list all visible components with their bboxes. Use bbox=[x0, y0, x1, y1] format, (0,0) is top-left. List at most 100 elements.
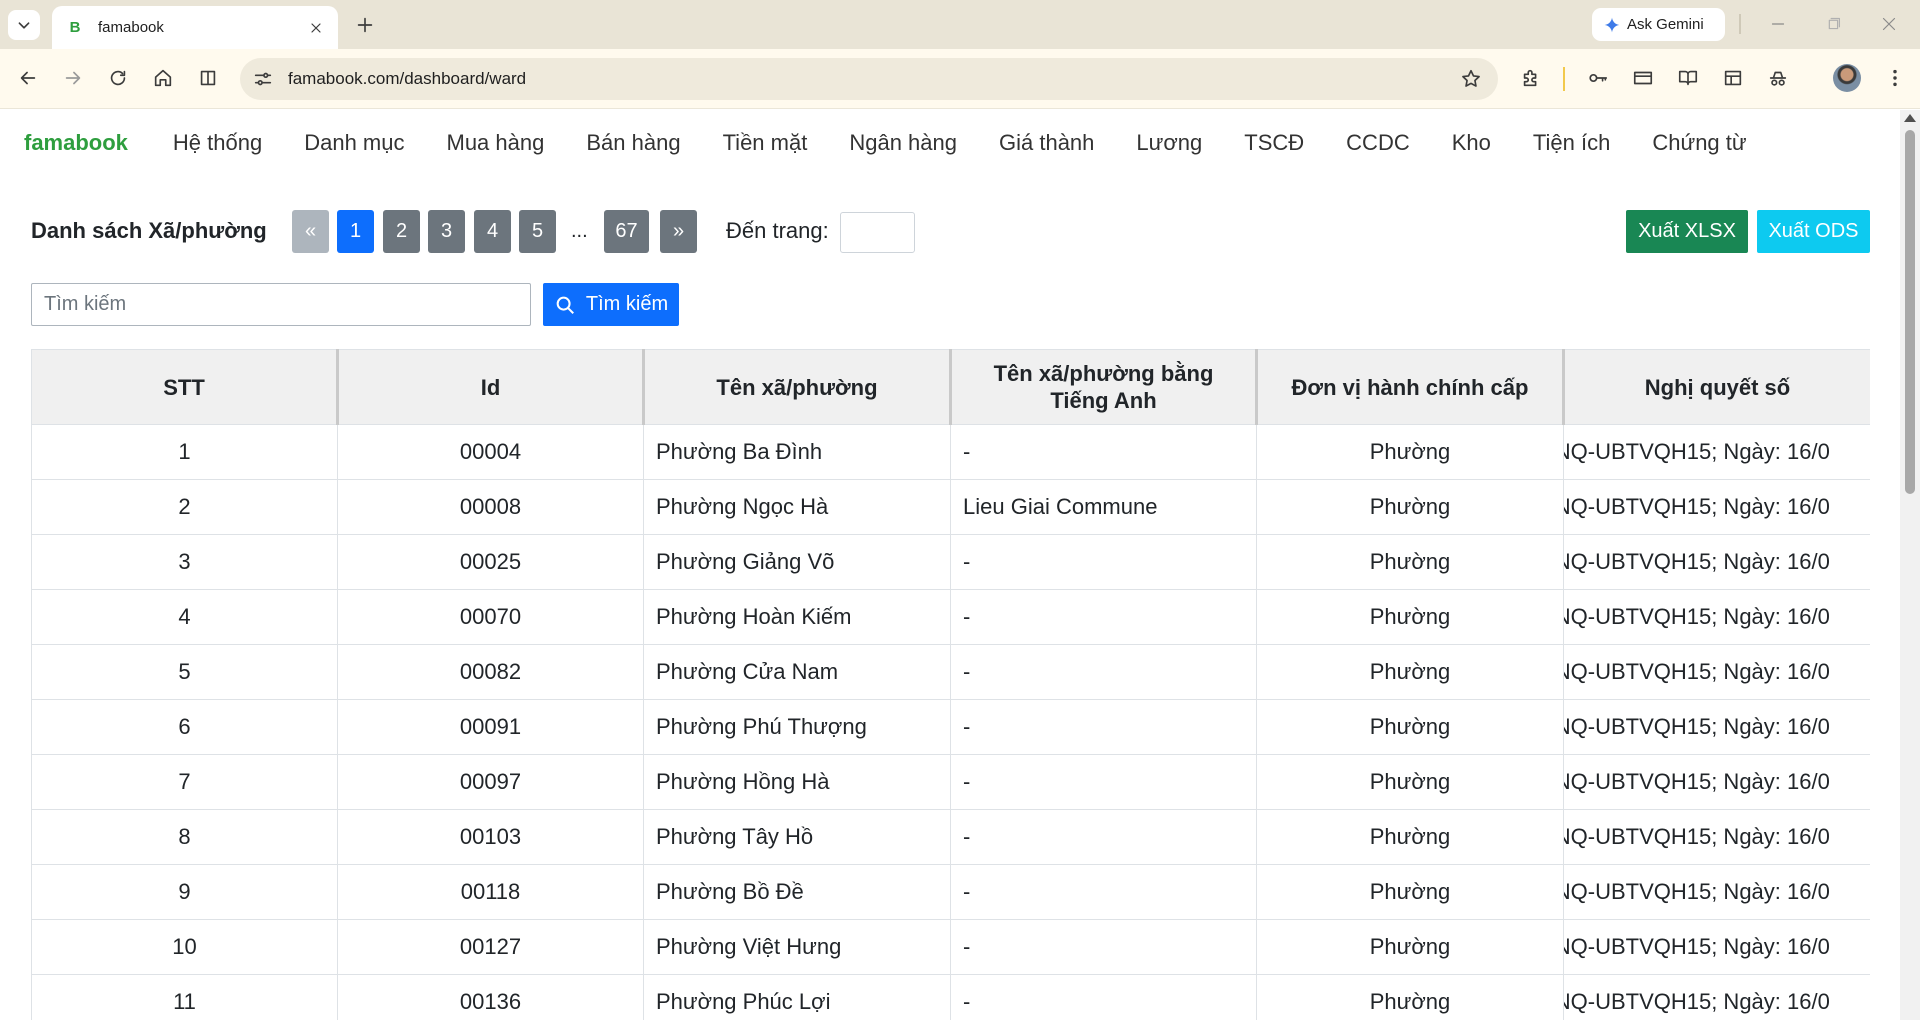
cell-ward-name: Phường Bồ Đề bbox=[643, 864, 951, 920]
reading-mode-button[interactable] bbox=[195, 65, 221, 91]
back-button[interactable] bbox=[15, 65, 41, 91]
column-header-admin-level[interactable]: Đơn vị hành chính cấp bbox=[1256, 349, 1565, 425]
forward-button[interactable] bbox=[60, 65, 86, 91]
favicon-icon: B bbox=[69, 19, 81, 36]
cell-ward-name-english: - bbox=[950, 699, 1257, 755]
pagination-page-3[interactable]: 3 bbox=[428, 210, 465, 253]
table-header-row: STT Id Tên xã/phường Tên xã/phường bằng … bbox=[31, 349, 1870, 425]
ask-gemini-label: Ask Gemini bbox=[1627, 16, 1704, 33]
table-row[interactable]: 9 00118 Phường Bồ Đề - Phường 56/NQ-UBTV… bbox=[31, 864, 1870, 920]
nav-item-chung-tu[interactable]: Chứng từ bbox=[1631, 130, 1767, 156]
table-row[interactable]: 2 00008 Phường Ngọc Hà Lieu Giai Commune… bbox=[31, 479, 1870, 535]
pagination-page-5[interactable]: 5 bbox=[519, 210, 556, 253]
extensions-button[interactable] bbox=[1518, 65, 1544, 91]
new-tab-button[interactable] bbox=[352, 12, 378, 38]
home-button[interactable] bbox=[150, 65, 176, 91]
tab-search-button[interactable] bbox=[8, 10, 40, 40]
incognito-button[interactable] bbox=[1765, 65, 1791, 91]
arrow-left-icon bbox=[20, 71, 36, 85]
column-header-stt[interactable]: STT bbox=[31, 349, 339, 425]
search-button[interactable]: Tìm kiếm bbox=[543, 283, 679, 326]
address-bar[interactable]: famabook.com/dashboard/ward bbox=[240, 58, 1498, 100]
reload-button[interactable] bbox=[105, 65, 131, 91]
nav-item-he-thong[interactable]: Hệ thống bbox=[152, 130, 283, 156]
cell-resolution-text: 56/NQ-UBTVQH15; Ngày: 16/0 bbox=[1565, 824, 1830, 849]
column-header-id[interactable]: Id bbox=[337, 349, 645, 425]
export-xlsx-button[interactable]: Xuất XLSX bbox=[1626, 210, 1748, 253]
cell-resolution-text: 56/NQ-UBTVQH15; Ngày: 16/0 bbox=[1565, 879, 1830, 904]
pagination-page-2[interactable]: 2 bbox=[383, 210, 420, 253]
column-header-resolution[interactable]: Nghị quyết số bbox=[1563, 349, 1870, 425]
nav-item-luong[interactable]: Lương bbox=[1115, 130, 1223, 156]
cell-id: 00127 bbox=[337, 919, 644, 975]
ward-table: STT Id Tên xã/phường Tên xã/phường bằng … bbox=[31, 349, 1870, 1020]
goto-page-input[interactable] bbox=[840, 212, 915, 253]
browser-menu-button[interactable] bbox=[1882, 65, 1908, 91]
column-header-ward-name[interactable]: Tên xã/phường bbox=[643, 349, 952, 425]
close-icon bbox=[311, 22, 321, 33]
split-view-icon bbox=[200, 70, 216, 86]
cell-id: 00025 bbox=[337, 534, 644, 590]
nav-item-mua-hang[interactable]: Mua hàng bbox=[426, 130, 566, 156]
column-header-ward-name-english[interactable]: Tên xã/phường bằng Tiếng Anh bbox=[950, 349, 1258, 425]
nav-item-tscd[interactable]: TSCĐ bbox=[1223, 130, 1325, 156]
table-row[interactable]: 7 00097 Phường Hồng Hà - Phường 56/NQ-UB… bbox=[31, 754, 1870, 810]
reading-list-button[interactable] bbox=[1675, 65, 1701, 91]
pagination-prev[interactable]: « bbox=[292, 210, 329, 253]
cell-id: 00070 bbox=[337, 589, 644, 645]
nav-item-ngan-hang[interactable]: Ngân hàng bbox=[828, 130, 978, 156]
minimize-button[interactable] bbox=[1765, 12, 1791, 36]
cell-resolution-text: 56/NQ-UBTVQH15; Ngày: 16/0 bbox=[1565, 714, 1830, 739]
nav-item-gia-thanh[interactable]: Giá thành bbox=[978, 130, 1115, 156]
table-row[interactable]: 3 00025 Phường Giảng Võ - Phường 56/NQ-U… bbox=[31, 534, 1870, 590]
cell-ward-name-english: - bbox=[950, 919, 1257, 975]
payment-methods-button[interactable] bbox=[1630, 65, 1656, 91]
nav-item-kho[interactable]: Kho bbox=[1431, 130, 1512, 156]
restore-button[interactable] bbox=[1820, 12, 1846, 36]
export-ods-button[interactable]: Xuất ODS bbox=[1757, 210, 1870, 253]
nav-item-ccdc[interactable]: CCDC bbox=[1325, 130, 1431, 156]
pagination-next[interactable]: » bbox=[660, 210, 697, 253]
cell-stt: 4 bbox=[31, 589, 338, 645]
table-row[interactable]: 8 00103 Phường Tây Hồ - Phường 56/NQ-UBT… bbox=[31, 809, 1870, 865]
cell-resolution: 56/NQ-UBTVQH15; Ngày: 16/0 bbox=[1563, 424, 1870, 480]
browser-tab-strip: B famabook Ask Gemini bbox=[0, 0, 1920, 49]
tab-groups-button[interactable] bbox=[1720, 65, 1746, 91]
nav-item-tien-ich[interactable]: Tiện ích bbox=[1512, 130, 1631, 156]
pagination-page-last[interactable]: 67 bbox=[604, 210, 649, 253]
browser-tab-famabook[interactable]: B famabook bbox=[52, 6, 338, 49]
nav-item-danh-muc[interactable]: Danh mục bbox=[283, 130, 425, 156]
close-tab-button[interactable] bbox=[306, 18, 326, 38]
ward-table-container: STT Id Tên xã/phường Tên xã/phường bằng … bbox=[31, 349, 1870, 1020]
cell-resolution: 56/NQ-UBTVQH15; Ngày: 16/0 bbox=[1563, 864, 1870, 920]
cell-ward-name: Phường Hoàn Kiếm bbox=[643, 589, 951, 645]
profile-avatar[interactable] bbox=[1833, 64, 1861, 92]
nav-item-tien-mat[interactable]: Tiền mặt bbox=[702, 130, 829, 156]
site-info-button[interactable] bbox=[250, 66, 276, 92]
table-row[interactable]: 10 00127 Phường Việt Hưng - Phường 56/NQ… bbox=[31, 919, 1870, 975]
pagination-page-1[interactable]: 1 bbox=[337, 210, 374, 253]
page-scrollbar[interactable] bbox=[1900, 110, 1920, 1020]
url-text[interactable]: famabook.com/dashboard/ward bbox=[288, 69, 526, 89]
pagination-page-4[interactable]: 4 bbox=[474, 210, 511, 253]
cell-id: 00091 bbox=[337, 699, 644, 755]
table-row[interactable]: 4 00070 Phường Hoàn Kiếm - Phường 56/NQ-… bbox=[31, 589, 1870, 645]
ask-gemini-button[interactable]: Ask Gemini bbox=[1592, 8, 1725, 41]
table-row[interactable]: 6 00091 Phường Phú Thượng - Phường 56/NQ… bbox=[31, 699, 1870, 755]
cell-stt: 9 bbox=[31, 864, 338, 920]
passwords-button[interactable] bbox=[1585, 65, 1611, 91]
cell-admin-level: Phường bbox=[1256, 919, 1564, 975]
table-row[interactable]: 5 00082 Phường Cửa Nam - Phường 56/NQ-UB… bbox=[31, 644, 1870, 700]
bookmark-button[interactable] bbox=[1458, 66, 1484, 92]
nav-item-ban-hang[interactable]: Bán hàng bbox=[565, 130, 701, 156]
search-input[interactable] bbox=[31, 283, 531, 326]
scrollbar-thumb[interactable] bbox=[1905, 130, 1915, 494]
close-window-button[interactable] bbox=[1876, 12, 1902, 36]
brand-logo[interactable]: famabook bbox=[24, 130, 128, 156]
scroll-up-arrow-icon[interactable] bbox=[1904, 114, 1916, 122]
puzzle-icon bbox=[1523, 69, 1537, 87]
table-row[interactable]: 1 00004 Phường Ba Đình - Phường 56/NQ-UB… bbox=[31, 424, 1870, 480]
table-row[interactable]: 11 00136 Phường Phúc Lợi - Phường 56/NQ-… bbox=[31, 974, 1870, 1020]
minimize-icon bbox=[1771, 23, 1785, 25]
cell-ward-name: Phường Phúc Lợi bbox=[643, 974, 951, 1020]
